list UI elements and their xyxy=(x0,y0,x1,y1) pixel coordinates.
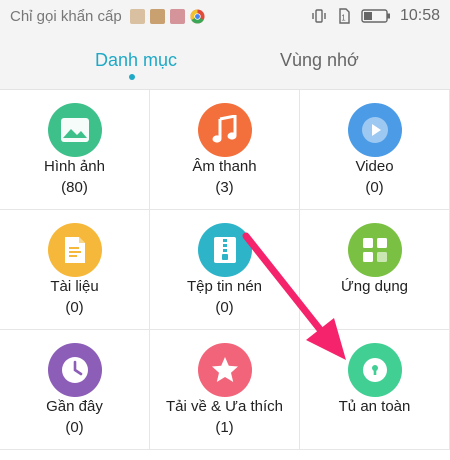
category-label: Tải về & Ưa thích xyxy=(165,398,284,415)
active-tab-indicator xyxy=(129,74,135,80)
category-count: (0) xyxy=(365,179,384,196)
category-label: Video xyxy=(355,158,394,175)
category-label: Ứng dụng xyxy=(340,278,409,295)
status-left: Chỉ gọi khẩn cấp xyxy=(10,8,311,25)
vibrate-icon xyxy=(312,9,326,23)
category-images[interactable]: Hình ảnh (80) xyxy=(0,90,150,210)
svg-text:1: 1 xyxy=(341,14,346,23)
photo-app-icon xyxy=(169,8,185,24)
category-label: Âm thanh xyxy=(192,158,257,175)
clock-time: 10:58 xyxy=(399,7,440,24)
category-label: Tủ an toàn xyxy=(338,398,411,415)
sim-card-icon: 1 xyxy=(339,8,350,24)
category-label: Tài liệu xyxy=(50,278,99,295)
category-documents[interactable]: Tài liệu (0) xyxy=(0,210,150,330)
chrome-icon xyxy=(190,8,205,24)
image-icon xyxy=(48,103,102,157)
category-apps[interactable]: Ứng dụng xyxy=(300,210,450,330)
category-count: (3) xyxy=(215,179,234,196)
apps-icon xyxy=(348,223,402,277)
store-app-icon xyxy=(149,8,165,24)
clock-icon xyxy=(48,343,102,397)
battery-icon xyxy=(361,9,390,23)
category-label: Hình ảnh xyxy=(44,158,105,175)
category-downloads-favorites[interactable]: Tải về & Ưa thích (1) xyxy=(150,330,300,450)
category-label: Gần đây xyxy=(46,398,103,415)
category-recent[interactable]: Gần đây (0) xyxy=(0,330,150,450)
music-icon xyxy=(198,103,252,157)
category-video[interactable]: Video (0) xyxy=(300,90,450,210)
tab-categories[interactable]: Danh mục xyxy=(95,50,177,71)
category-count: (0) xyxy=(215,299,234,316)
notification-app-icon xyxy=(129,8,145,24)
category-audio[interactable]: Âm thanh (3) xyxy=(150,90,300,210)
tab-storage[interactable]: Vùng nhớ xyxy=(280,50,359,71)
category-count: (0) xyxy=(65,419,84,436)
status-right: 1 10:58 xyxy=(311,7,440,25)
category-archives[interactable]: Tệp tin nén (0) xyxy=(150,210,300,330)
category-grid: Hình ảnh (80) Âm thanh (3) Video (0) Tài… xyxy=(0,90,450,460)
document-icon xyxy=(48,223,102,277)
category-count: (0) xyxy=(65,299,84,316)
category-count: (80) xyxy=(61,179,88,196)
status-bar: Chỉ gọi khẩn cấp 1 10:58 xyxy=(0,0,450,32)
zip-icon xyxy=(198,223,252,277)
category-count: (1) xyxy=(215,419,234,436)
play-icon xyxy=(348,103,402,157)
category-safe-box[interactable]: Tủ an toàn xyxy=(300,330,450,450)
tab-bar xyxy=(0,32,450,90)
star-icon xyxy=(198,343,252,397)
carrier-label: Chỉ gọi khẩn cấp xyxy=(10,7,122,25)
lock-icon xyxy=(348,343,402,397)
category-label: Tệp tin nén xyxy=(186,278,263,295)
